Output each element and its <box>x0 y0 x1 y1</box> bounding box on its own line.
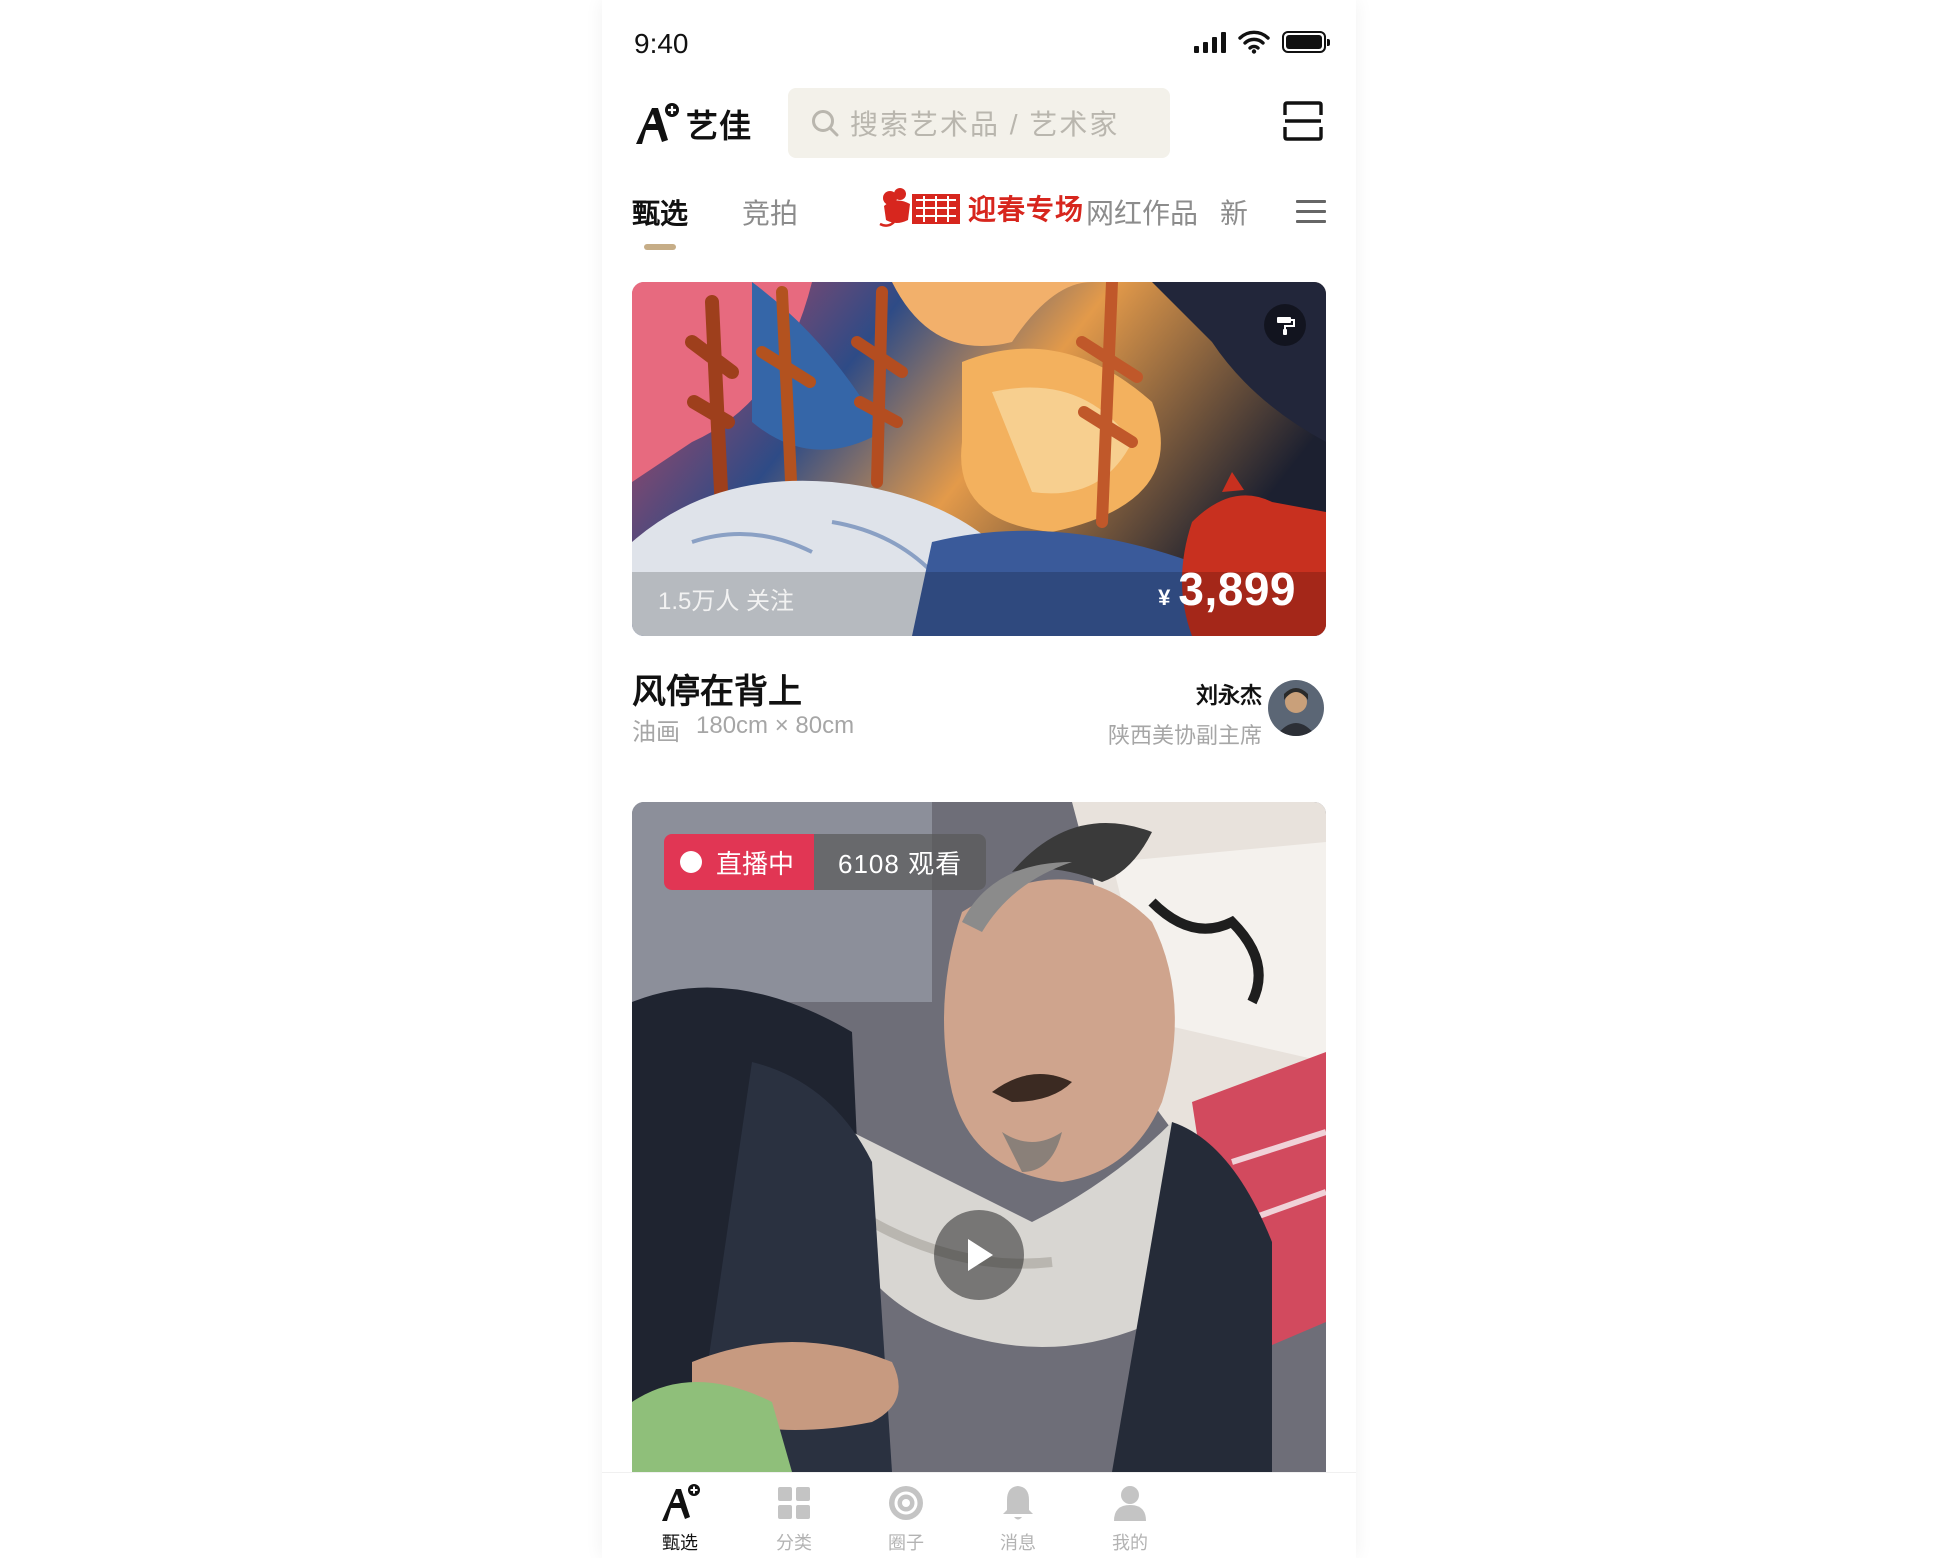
nav-label: 我的 <box>1112 1533 1148 1553</box>
search-bar[interactable]: 搜索艺术品 / 艺术家 <box>788 88 1170 158</box>
signal-icon <box>1194 31 1226 53</box>
circle-icon <box>889 1486 923 1520</box>
bottom-nav: 甄选 分类 圈子 消息 我的 <box>602 1472 1356 1558</box>
promo-tab-label: 迎春专场 <box>968 194 1085 225</box>
price-currency: ¥ <box>1158 585 1171 610</box>
tab-spring-festival[interactable]: 迎春专场 <box>878 186 1084 230</box>
active-tab-indicator <box>644 244 676 250</box>
logo-mark-icon <box>636 103 679 144</box>
artwork-title[interactable]: 风停在背上 <box>632 664 802 713</box>
status-icons <box>1194 30 1330 54</box>
bell-icon <box>1003 1486 1033 1520</box>
nav-category[interactable]: 分类 <box>744 1481 844 1555</box>
app-logo[interactable]: 艺佳 <box>632 100 752 148</box>
live-stream-card[interactable]: 直播中 6108 观看 <box>632 802 1326 1472</box>
live-badge: 直播中 6108 观看 <box>664 834 987 890</box>
play-icon <box>968 1239 993 1271</box>
nav-label: 圈子 <box>888 1533 924 1553</box>
artist-info[interactable]: 刘永杰 陕西美协副主席 <box>1108 678 1262 750</box>
nav-featured[interactable]: 甄选 <box>630 1481 730 1555</box>
menu-icon[interactable] <box>1296 200 1326 224</box>
papercut-mouse-icon <box>879 188 960 227</box>
artwork-price: ¥ 3,899 <box>1158 562 1296 616</box>
search-placeholder: 搜索艺术品 / 艺术家 <box>850 109 1120 140</box>
play-button[interactable] <box>934 1210 1024 1300</box>
wifi-icon <box>1238 30 1270 54</box>
category-tabs: 甄选 竞拍 迎春专场 网红作品 新 <box>632 184 1332 252</box>
grid-icon <box>778 1487 810 1519</box>
battery-icon <box>1282 31 1330 53</box>
user-icon <box>1114 1486 1146 1521</box>
artwork-meta: 油画 180cm × 80cm <box>632 712 854 747</box>
artist-role: 陕西美协副主席 <box>1107 723 1262 748</box>
artist-name: 刘永杰 <box>1195 683 1262 708</box>
phone-screen: 9:40 艺佳 搜索艺术品 / 艺术家 甄选 竞拍 迎春专场 网红作品 新 1.… <box>602 0 1356 1558</box>
price-value: 3,899 <box>1178 563 1296 615</box>
artist-portrait <box>1268 680 1324 736</box>
live-stream-thumbnail <box>632 802 1326 1472</box>
live-status-label: 直播中 <box>716 848 795 879</box>
tab-featured[interactable]: 甄选 <box>632 192 688 232</box>
nav-label: 甄选 <box>662 1533 698 1553</box>
paint-roller-badge <box>1264 304 1306 346</box>
nav-circle[interactable]: 圈子 <box>856 1481 956 1555</box>
paint-roller-icon <box>1277 317 1295 335</box>
live-dot-icon <box>680 851 702 873</box>
nav-profile[interactable]: 我的 <box>1080 1481 1180 1555</box>
search-icon <box>812 110 839 137</box>
status-time: 9:40 <box>634 28 689 59</box>
logo-icon <box>662 1484 700 1521</box>
artist-avatar[interactable] <box>1268 680 1324 736</box>
nav-label: 消息 <box>1000 1533 1036 1553</box>
nav-messages[interactable]: 消息 <box>968 1481 1068 1555</box>
artwork-medium: 油画 <box>632 719 680 746</box>
scan-icon[interactable] <box>1282 100 1324 142</box>
followers-count: 1.5万人 关注 <box>658 588 795 615</box>
logo-text: 艺佳 <box>686 108 753 144</box>
artwork-size: 180cm × 80cm <box>696 712 855 739</box>
artwork-card[interactable]: 1.5万人 关注 ¥ 3,899 <box>632 282 1326 636</box>
nav-label: 分类 <box>776 1533 812 1553</box>
live-status: 直播中 <box>664 834 815 890</box>
tab-auction[interactable]: 竞拍 <box>742 192 798 232</box>
live-viewers: 6108 观看 <box>814 834 987 890</box>
tab-trending[interactable]: 网红作品 <box>1086 192 1198 232</box>
